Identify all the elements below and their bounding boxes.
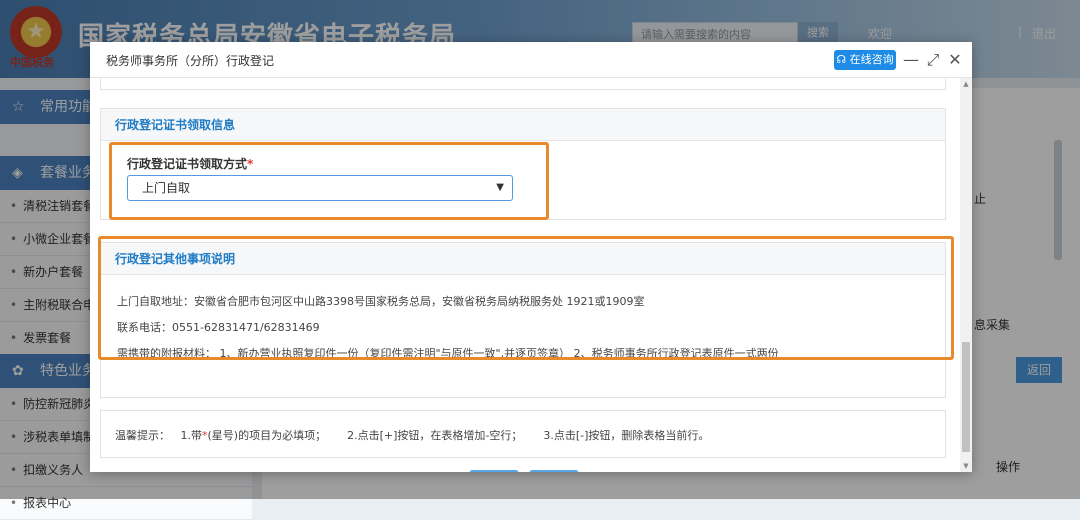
save-button[interactable]: 保存 <box>470 470 518 472</box>
certificate-section-heading: 行政登记证书领取信息 <box>101 109 945 141</box>
notes-section-heading: 行政登记其他事项说明 <box>101 243 945 275</box>
dialog-titlebar: 税务师事务所（分所）行政登记 ☊ 在线咨询 — ⤢ ✕ <box>90 42 972 78</box>
scroll-up-icon[interactable]: ▲ <box>960 78 972 90</box>
contact-phone: 联系电话：0551-62831471/62831469 <box>117 321 320 334</box>
minimize-icon[interactable]: — <box>902 50 920 70</box>
return-button[interactable]: 返回 <box>530 470 578 472</box>
registration-dialog: 税务师事务所（分所）行政登记 ☊ 在线咨询 — ⤢ ✕ 行政登记证书领取信息 行… <box>90 42 972 472</box>
pickup-method-select[interactable]: 上门自取 ▼ <box>127 175 513 201</box>
required-mark: * <box>247 157 254 171</box>
pickup-method-label-text: 行政登记证书领取方式 <box>127 157 248 171</box>
required-materials: 需携带的附报材料： 1、新办营业执照复印件一份（复印件需注明"与原件一致",并逐… <box>117 347 779 360</box>
scroll-down-icon[interactable]: ▼ <box>960 460 972 472</box>
tip-text: 温馨提示： 1.带*(星号)的项目为必填项； 2.点击[+]按钮，在表格增加-空… <box>115 427 709 443</box>
tip-item1-rest: (星号)的项目为必填项； <box>207 429 327 442</box>
scroll-thumb[interactable] <box>962 342 970 452</box>
tip-item2: 2.点击[+]按钮，在表格增加-空行； <box>347 429 523 442</box>
pickup-address: 上门自取地址：安徽省合肥市包河区中山路3398号国家税务总局，安徽省税务局纳税服… <box>117 295 645 308</box>
notes-panel: 行政登记其他事项说明 上门自取地址：安徽省合肥市包河区中山路3398号国家税务总… <box>100 242 946 398</box>
close-icon[interactable]: ✕ <box>946 50 964 70</box>
dialog-scrollbar[interactable]: ▲ ▼ <box>960 78 972 472</box>
pickup-method-label: 行政登记证书领取方式* <box>127 155 253 172</box>
tip-item3: 3.点击[-]按钮，删除表格当前行。 <box>543 429 710 442</box>
tip-item1: 1.带 <box>180 429 203 442</box>
online-consult-label: 在线咨询 <box>849 53 894 66</box>
headset-icon: ☊ <box>836 53 847 66</box>
dialog-body: 行政登记证书领取信息 行政登记证书领取方式* 上门自取 ▼ 行政登记其他事项说明… <box>90 78 960 472</box>
online-consult-button[interactable]: ☊ 在线咨询 <box>834 50 896 70</box>
tip-box: 温馨提示： 1.带*(星号)的项目为必填项； 2.点击[+]按钮，在表格增加-空… <box>100 410 946 458</box>
previous-section-end <box>100 78 946 90</box>
pickup-method-value: 上门自取 <box>142 181 191 195</box>
chevron-down-icon: ▼ <box>496 182 504 193</box>
tip-prefix: 温馨提示： <box>115 429 170 442</box>
maximize-icon[interactable]: ⤢ <box>924 50 942 70</box>
certificate-panel: 行政登记证书领取信息 行政登记证书领取方式* 上门自取 ▼ <box>100 108 946 220</box>
dialog-title: 税务师事务所（分所）行政登记 <box>106 54 275 68</box>
